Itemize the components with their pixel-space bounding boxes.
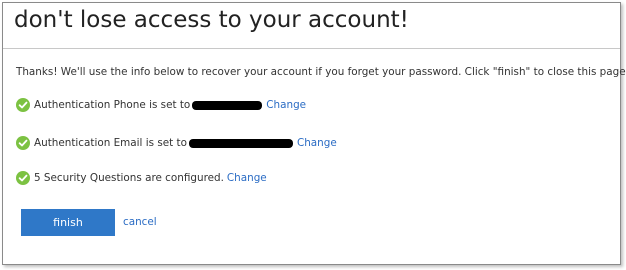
- change-phone-link[interactable]: Change: [266, 99, 306, 111]
- auth-phone-row: Authentication Phone is set to Change: [16, 96, 306, 114]
- redacted-email-value: [188, 138, 293, 148]
- account-recovery-panel: don't lose access to your account! Thank…: [2, 2, 626, 265]
- redacted-phone-value: [192, 100, 263, 110]
- intro-text: Thanks! We'll use the info below to reco…: [16, 66, 626, 78]
- change-security-questions-link[interactable]: Change: [227, 172, 267, 184]
- cancel-link[interactable]: cancel: [123, 216, 157, 228]
- auth-email-row: Authentication Email is set to Change: [16, 134, 337, 152]
- security-questions-label: 5 Security Questions are configured.: [34, 172, 224, 184]
- check-circle-icon: [16, 171, 30, 185]
- security-questions-row: 5 Security Questions are configured. Cha…: [16, 169, 267, 187]
- change-email-link[interactable]: Change: [297, 137, 337, 149]
- title-divider: [3, 48, 620, 49]
- auth-phone-label: Authentication Phone is set to: [34, 99, 191, 111]
- finish-button[interactable]: finish: [21, 209, 115, 236]
- check-circle-icon: [16, 136, 30, 150]
- auth-email-label: Authentication Email is set to: [34, 137, 187, 149]
- check-circle-icon: [16, 98, 30, 112]
- page-title: don't lose access to your account!: [14, 7, 409, 33]
